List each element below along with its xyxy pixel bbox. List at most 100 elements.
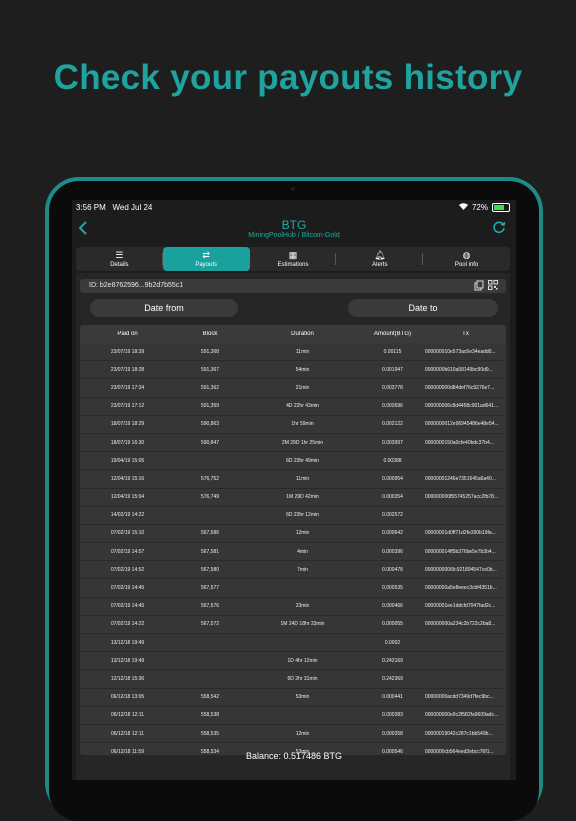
table-row[interactable]: 07/02/19 14:45 567,577 0.000535 00000000a5e… xyxy=(80,579,506,598)
cell-duration: 1M 24D 18hr 33min xyxy=(280,621,325,628)
id-bar: ID: b2e8762596...9b2d7b55c1 xyxy=(80,279,506,293)
worker-id: ID: b2e8762596...9b2d7b55c1 xyxy=(89,282,184,289)
tab-alerts[interactable]: 🔔︎ Alerts xyxy=(336,247,424,271)
cell-block: 576,749 xyxy=(200,494,220,501)
app-screen: 3:56 PM Wed Jul 24 72% BTG MiningPoolHub… xyxy=(72,200,516,780)
cell-tx: 00000000acdd7349d7fec9bc... xyxy=(425,694,494,701)
cell-amount: 0.000354 xyxy=(382,494,403,501)
cell-amount: 0.0002 xyxy=(384,639,401,646)
header-block[interactable]: Block xyxy=(175,331,245,337)
copy-icon[interactable] xyxy=(474,280,484,293)
calculator-icon: ▦ xyxy=(288,249,298,260)
cell-paid-on: 12/04/19 15:16 xyxy=(110,475,145,482)
cell-amount: 0.242369 xyxy=(382,675,403,682)
header-tx[interactable]: Tx xyxy=(425,331,506,337)
tab-details[interactable]: ☰ Details xyxy=(76,247,163,271)
cell-paid-on: 06/12/18 13:05 xyxy=(110,694,145,701)
tab-bar: ☰ Details ⇄ Payouts ▦ Estimations 🔔︎ Ale… xyxy=(76,247,510,271)
header-duration[interactable]: Duration xyxy=(245,331,360,337)
bell-icon: 🔔︎ xyxy=(374,249,386,260)
cell-duration: 12min xyxy=(295,730,310,737)
cell-block: 567,576 xyxy=(200,603,220,610)
cell-duration: 11min xyxy=(295,475,310,482)
cell-paid-on: 12/12/18 15:36 xyxy=(110,675,145,682)
cell-duration: 1hr 59min xyxy=(291,421,314,428)
cell-amount: 0.00388 xyxy=(383,457,402,464)
date-from-button[interactable]: Date from xyxy=(90,299,238,317)
cell-duration: 21min xyxy=(295,384,310,391)
battery-percent: 72% xyxy=(471,203,488,212)
table-row[interactable]: 07/02/19 14:45 567,576 23min 0.000466 000000… xyxy=(80,598,506,616)
cell-amount: 0.003997 xyxy=(382,439,403,446)
cell-block: 590,863 xyxy=(200,421,220,428)
cell-tx: 0000000012e96945486e48e54... xyxy=(425,421,499,428)
cell-tx: 0000000150a0cfe40bdc37b4... xyxy=(425,439,494,446)
cell-amount: 0.000358 xyxy=(382,730,403,737)
table-row[interactable]: 23/07/19 17:12 591,359 4D 22hr 43min 0.0036… xyxy=(80,398,506,416)
cell-duration: 54min xyxy=(295,366,310,373)
qr-code-icon[interactable] xyxy=(488,280,498,293)
cell-amount: 0.00115 xyxy=(383,348,402,355)
cell-amount: 0.000478 xyxy=(382,566,403,573)
page-subtitle: MiningPoolHub / Bitcoin-Gold xyxy=(248,232,340,239)
table-row[interactable]: 06/12/18 12:11 558,538 0.000383 000000000e9… xyxy=(80,707,506,725)
tab-estimations[interactable]: ▦ Estimations xyxy=(250,247,337,271)
table-row[interactable]: 18/07/19 18:29 590,863 1hr 59min 0.002122 00… xyxy=(80,416,506,434)
cell-tx: 00000001ee1ddcfd7047fad2c... xyxy=(425,603,496,610)
status-time: 3:56 PM Wed Jul 24 xyxy=(76,203,153,212)
cell-duration: 11min xyxy=(295,348,310,355)
cell-tx: 0000000006fc921894547ce0b... xyxy=(425,566,497,573)
table-row[interactable]: 14/02/19 14:22 6D 23hr 12min 0.002572 xyxy=(80,507,506,525)
cell-duration: 4D 22hr 43min xyxy=(286,403,319,410)
cell-block: 591,367 xyxy=(200,366,220,373)
table-row[interactable]: 06/12/18 13:05 558,542 53min 0.000441 000000… xyxy=(80,689,506,707)
cell-block: 567,586 xyxy=(200,530,220,537)
table-row[interactable]: 07/02/19 14:52 567,580 7min 0.000478 0000000… xyxy=(80,561,506,580)
cell-duration: 1D 4hr 12min xyxy=(287,657,318,664)
cell-tx: 000000000a234c2b722c2ba8... xyxy=(425,621,496,628)
table-row[interactable]: 07/02/19 15:10 567,586 12min 0.000642 000000… xyxy=(80,525,506,544)
cell-duration: 1M 29D 42min xyxy=(286,494,319,501)
table-row[interactable]: 13/12/18 19:49 0.0002 xyxy=(80,634,506,653)
cell-paid-on: 07/02/19 14:57 xyxy=(110,548,145,555)
cell-duration: 6D 23hr 12min xyxy=(286,512,319,519)
cell-block: 567,581 xyxy=(200,548,220,555)
cell-paid-on: 06/12/18 12:11 xyxy=(111,712,144,719)
table-row[interactable]: 12/04/19 15:04 576,749 1M 29D 42min 0.00035… xyxy=(80,489,506,507)
cell-paid-on: 23/07/19 17:12 xyxy=(110,403,145,410)
cell-block: 591,359 xyxy=(200,403,220,410)
cell-block: 590,847 xyxy=(200,439,220,446)
refresh-icon[interactable] xyxy=(492,220,506,239)
table-row[interactable]: 18/07/19 16:30 590,847 2M 29D 1hr 25min 0.0… xyxy=(80,434,506,453)
cell-amount: 0.000954 xyxy=(382,475,403,482)
cell-block: 558,535 xyxy=(200,730,220,737)
tab-payouts[interactable]: ⇄ Payouts xyxy=(162,247,250,271)
cell-amount: 0.000535 xyxy=(382,585,403,592)
cell-block: 591,362 xyxy=(200,384,220,391)
table-row[interactable]: 07/02/19 14:57 567,581 4min 0.000396 0000000… xyxy=(80,543,506,562)
cell-amount: 0.003696 xyxy=(382,403,403,410)
cell-duration: 12min xyxy=(295,530,310,537)
cell-duration: 4min xyxy=(297,548,308,555)
table-row[interactable]: 23/07/19 18:39 591,368 11min 0.00115 0000000… xyxy=(80,343,506,362)
table-row[interactable]: 12/12/18 15:36 6D 2hr 31min 0.242369 xyxy=(80,670,506,689)
table-row[interactable]: 19/04/19 15:05 6D 23hr 49min 0.00388 xyxy=(80,452,506,471)
table-row[interactable]: 23/07/19 18:28 591,367 54min 0.001947 000000… xyxy=(80,361,506,380)
date-to-button[interactable]: Date to xyxy=(348,299,498,317)
cell-amount: 0.002122 xyxy=(382,421,403,428)
cell-tx: 00000019042c287c1bb549b... xyxy=(425,730,493,737)
table-row[interactable]: 12/04/19 15:16 576,752 11min 0.000954 000000… xyxy=(80,470,506,489)
header-paid-on[interactable]: Paid on xyxy=(80,331,175,337)
header-amount[interactable]: Amount(BTG) xyxy=(360,331,425,337)
page-title: BTG xyxy=(281,218,307,232)
table-row[interactable]: 23/07/19 17:34 591,362 21min 0.003778 000000… xyxy=(80,379,506,398)
tab-pool-info[interactable]: ◍ Pool info xyxy=(423,247,510,271)
cell-paid-on: 13/12/18 19:49 xyxy=(110,639,145,646)
cell-amount: 0.000055 xyxy=(382,621,403,628)
table-row[interactable]: 13/12/18 19:49 1D 4hr 12min 0.242169 xyxy=(80,652,506,671)
cell-amount: 0.000642 xyxy=(382,530,403,537)
cell-block: 567,580 xyxy=(200,566,220,573)
globe-icon: ◍ xyxy=(462,249,471,260)
table-row[interactable]: 06/12/18 12:11 558,535 12min 0.000358 000000… xyxy=(80,725,506,744)
table-row[interactable]: 07/02/19 14:22 567,572 1M 24D 18hr 33min 0.… xyxy=(80,616,506,634)
